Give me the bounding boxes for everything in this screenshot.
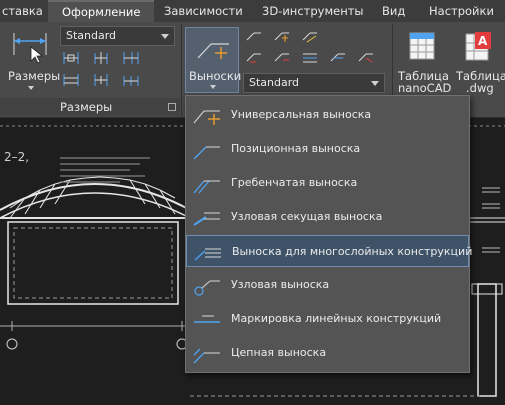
cursor-icon	[30, 46, 44, 64]
table-icon	[409, 32, 435, 60]
menu-item-node-section-leader[interactable]: Узловая секущая выноска	[186, 201, 469, 233]
menu-item-label: Гребенчатая выноска	[231, 176, 358, 189]
menu-item-linear-marking[interactable]: Маркировка линейных конструкций	[186, 303, 469, 335]
table-dwg-button[interactable]: A Таблица .dwg	[452, 26, 505, 96]
chevron-down-icon	[371, 81, 379, 86]
ribbon-tab-bar: ставка Оформление Зависимости 3D-инструм…	[0, 0, 505, 22]
menu-item-label: Узловая выноска	[231, 278, 330, 291]
menu-item-comb-leader[interactable]: Гребенчатая выноска	[186, 167, 469, 199]
leader-tool-8-icon[interactable]	[357, 48, 375, 64]
dimension-style-select[interactable]: Standard	[60, 26, 175, 46]
chevron-down-icon	[28, 86, 34, 90]
node-section-leader-icon	[193, 212, 220, 226]
position-leader-icon	[193, 146, 220, 160]
dimensions-button-label: Размеры	[8, 69, 61, 83]
chain-dimension-icon[interactable]	[122, 72, 140, 88]
svg-text:A: A	[478, 34, 488, 48]
menu-item-label: Универсальная выноска	[231, 108, 372, 121]
leader-tool-2-icon[interactable]	[273, 27, 291, 43]
panel-launcher-icon[interactable]	[168, 103, 176, 111]
leader-tool-3-icon[interactable]	[301, 27, 319, 43]
baseline-dimension-icon[interactable]	[122, 50, 140, 66]
tab-constraints[interactable]: Зависимости	[164, 0, 243, 22]
chevron-down-icon	[210, 85, 216, 89]
menu-item-label: Позиционная выноска	[231, 142, 361, 155]
leader-icon	[197, 43, 229, 59]
table-nanocad-label-2: nanoCAD	[398, 81, 452, 95]
leader-tool-7-icon[interactable]	[329, 48, 347, 64]
leaders-button-label: Выноски	[189, 69, 242, 83]
node-leader-icon	[194, 280, 220, 296]
leader-style-select[interactable]: Standard	[243, 73, 385, 93]
linear-marking-icon	[194, 315, 220, 323]
table-nanocad-button[interactable]: Таблица nanoCAD	[396, 26, 452, 96]
menu-item-label: Цепная выноска	[231, 346, 327, 359]
section-label: 2–2,	[4, 150, 30, 164]
chevron-down-icon	[161, 34, 169, 39]
menu-item-label: Выноска для многослойных конструкций	[232, 245, 473, 258]
dimensions-panel-title: Размеры	[60, 100, 113, 114]
tab-insert[interactable]: ставка	[2, 0, 43, 22]
leader-tool-1-icon[interactable]	[245, 27, 263, 43]
continue-dimension-icon[interactable]	[92, 72, 110, 88]
leaders-dropdown-menu: Универсальная выноска Позиционная выноск…	[185, 95, 473, 373]
leader-style-value: Standard	[249, 76, 300, 89]
linear-dimension-icon[interactable]	[62, 50, 80, 66]
dimensions-panel-footer: Размеры	[0, 98, 180, 116]
universal-leader-icon	[193, 110, 220, 125]
menu-item-label: Маркировка линейных конструкций	[231, 312, 442, 325]
menu-item-chain-leader[interactable]: Цепная выноска	[186, 337, 469, 369]
leader-tool-5-icon[interactable]	[273, 48, 291, 64]
tab-design[interactable]: Оформление	[48, 0, 155, 22]
aligned-dimension-icon[interactable]	[92, 50, 110, 66]
ribbon-separator	[181, 24, 182, 116]
dimension-style-value: Standard	[66, 29, 117, 42]
table-dwg-label-2: .dwg	[466, 81, 494, 95]
table-dwg-icon: A	[465, 32, 491, 61]
menu-item-universal-leader[interactable]: Универсальная выноска	[186, 99, 469, 131]
menu-item-label: Узловая секущая выноска	[231, 210, 383, 223]
tab-settings[interactable]: Настройки	[429, 0, 494, 22]
dimensions-button[interactable]: Размеры	[2, 26, 61, 96]
menu-item-node-leader[interactable]: Узловая выноска	[186, 269, 469, 301]
chain-leader-icon	[193, 348, 220, 364]
multilayer-leader-icon	[194, 248, 221, 261]
menu-item-multilayer-leader[interactable]: Выноска для многослойных конструкций	[186, 235, 473, 267]
leader-tool-6-icon[interactable]	[301, 48, 319, 64]
tab-3d-tools[interactable]: 3D-инструменты	[262, 0, 364, 22]
ordinate-dimension-icon[interactable]	[62, 72, 80, 88]
leader-tool-4-icon[interactable]	[245, 48, 263, 64]
menu-item-position-leader[interactable]: Позиционная выноска	[186, 133, 469, 165]
tab-view[interactable]: Вид	[382, 0, 405, 22]
comb-leader-icon	[193, 180, 220, 194]
leaders-button[interactable]: Выноски	[185, 27, 242, 93]
